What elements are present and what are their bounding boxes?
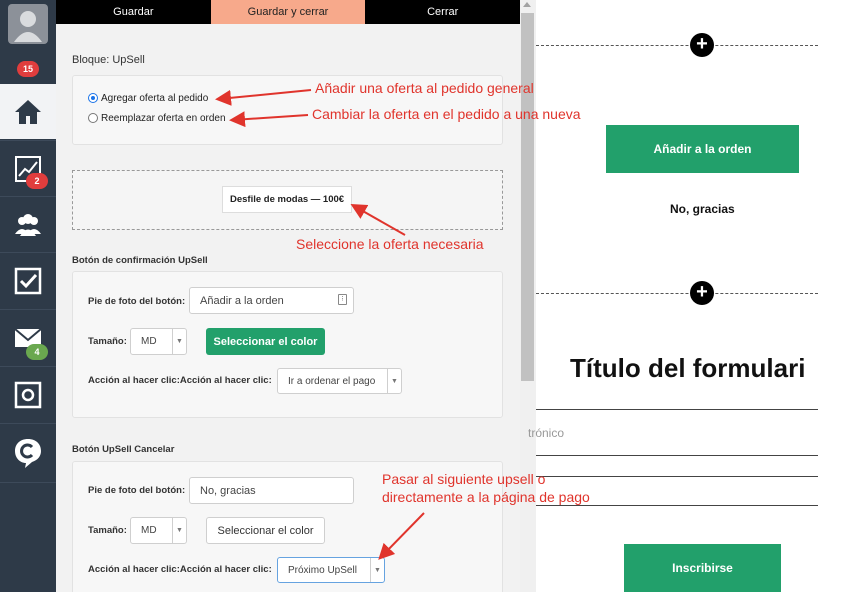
scroll-up-arrow-icon[interactable] [523,2,531,7]
save-close-button[interactable]: Guardar y cerrar [210,0,366,24]
editor-toolbar: Guardar Guardar y cerrar Cerrar [56,0,520,24]
preview-no-thanks-link[interactable]: No, gracias [670,202,735,216]
chevron-down-icon: ▼ [172,329,186,354]
cancel-size-label: Tamaño: [88,525,127,536]
left-sidebar: 15 2 4 [0,0,56,592]
radio-add-offer[interactable] [88,93,98,103]
confirm-action-select[interactable]: Ir a ordenar el pago ▼ [277,368,402,394]
annotation-replace-offer: Cambiar la oferta en el pedido a una nue… [312,106,581,122]
checkbox-icon [14,267,42,295]
close-button[interactable]: Cerrar [365,0,520,24]
cancel-caption-input[interactable]: No, gracias [189,477,354,504]
cancel-size-value: MD [141,525,157,536]
safe-icon [14,381,42,409]
section-divider [536,45,818,46]
radio-replace-offer[interactable] [88,113,98,123]
confirm-section-title: Botón de confirmación UpSell [72,255,208,266]
confirm-caption-label: Pie de foto del botón: [88,296,186,307]
preview-form-title: Título del formulari [570,353,806,383]
cancel-section-title: Botón UpSell Cancelar [72,444,175,455]
offer-chip[interactable]: Desfile de modas — 100€ [222,186,353,213]
preview-subscribe-button[interactable]: Inscribirse [624,544,781,592]
sidebar-item-contacts[interactable] [0,197,56,252]
confirm-size-label: Tamaño: [88,336,127,347]
annotation-next-upsell-2: directamente a la página de pago [382,489,590,505]
chevron-down-icon: ▼ [387,369,401,393]
form-divider [536,476,818,477]
home-icon [15,99,41,124]
annotation-add-offer: Añadir una oferta al pedido general [315,80,534,96]
add-section-plus-icon[interactable]: + [690,33,714,57]
sidebar-item-tasks[interactable] [0,253,56,309]
sidebar-item-stats[interactable] [0,141,56,196]
cancel-color-button[interactable]: Seleccionar el color [206,517,325,544]
cancel-caption-label: Pie de foto del botón: [88,485,186,496]
confirm-size-select[interactable]: MD ▼ [130,328,187,355]
radio-add-offer-label[interactable]: Agregar oferta al pedido [101,93,208,104]
confirm-action-value: Ir a ordenar el pago [288,375,376,387]
avatar-icon [8,4,48,44]
confirm-action-label: Acción al hacer clic:Acción al hacer cli… [88,375,272,386]
cancel-action-label: Acción al hacer clic:Acción al hacer cli… [88,564,272,575]
cancel-action-value: Próximo UpSell [288,564,357,576]
preview-email-field[interactable]: trónico [528,426,564,440]
preview-add-to-order-button[interactable]: Añadir a la orden [606,125,799,173]
form-divider [536,409,818,410]
chat-logo-icon [15,439,41,468]
save-button[interactable]: Guardar [56,0,211,24]
text-field-icon: ⁝ [338,294,347,305]
chevron-down-icon: ▼ [370,558,384,582]
cancel-size-select[interactable]: MD ▼ [130,517,187,544]
confirm-color-button[interactable]: Seleccionar el color [206,328,325,355]
confirm-caption-input[interactable]: Añadir a la orden ⁝ [189,287,354,314]
cancel-action-select[interactable]: Próximo UpSell ▼ [277,557,385,583]
stats-badge: 2 [26,173,48,189]
mail-badge: 4 [26,344,48,360]
users-icon [15,213,41,236]
section-divider [536,293,818,294]
notifications-badge[interactable]: 15 [17,61,39,77]
sidebar-item-home[interactable] [0,84,56,139]
annotation-next-upsell-1: Pasar al siguiente upsell o [382,471,546,487]
annotation-select-offer: Seleccione la oferta necesaria [296,236,484,252]
sidebar-item-brand[interactable] [0,424,56,482]
cancel-caption-value: No, gracias [200,484,256,497]
user-avatar[interactable] [0,0,56,48]
confirm-size-value: MD [141,336,157,347]
block-title: Bloque: UpSell [72,54,145,66]
chevron-down-icon: ▼ [172,518,186,543]
sidebar-item-safe[interactable] [0,367,56,423]
radio-replace-offer-label[interactable]: Reemplazar oferta en orden [101,113,226,124]
add-section-plus-icon[interactable]: + [690,281,714,305]
confirm-caption-value: Añadir a la orden [200,294,284,307]
panel-scrollbar-thumb[interactable] [521,13,534,381]
email-field-underline [536,455,818,456]
form-divider [536,505,818,506]
